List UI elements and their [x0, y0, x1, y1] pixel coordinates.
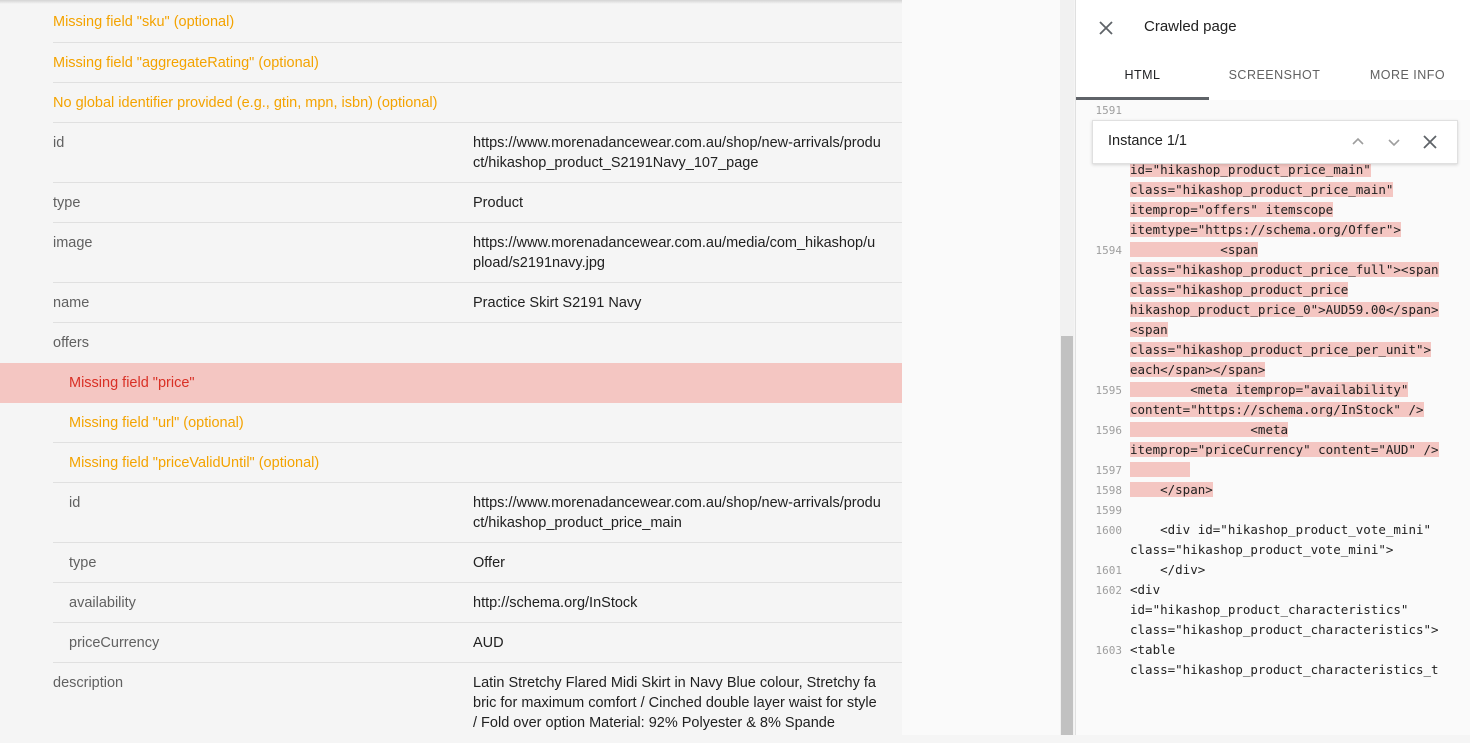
field-value: http://schema.org/InStock [473, 595, 638, 611]
code-line: <div id="hikashop_product_vote_mini" [1130, 522, 1432, 537]
line-number: 1598 [1095, 484, 1123, 497]
gutter [902, 0, 1060, 735]
field-value: Offer [473, 555, 505, 571]
close-icon[interactable] [1420, 132, 1440, 152]
field-row-description[interactable]: description Latin Stretchy Flared Midi S… [53, 663, 902, 743]
code-line: content="https://schema.org/InStock" /> [1130, 402, 1424, 417]
code-line: class="hikashop_product_characteristics_… [1130, 662, 1439, 677]
line-number: 1601 [1095, 564, 1123, 577]
chevron-down-icon[interactable] [1384, 132, 1404, 152]
scrollbar-thumb[interactable] [1061, 336, 1073, 735]
field-value: Latin Stretchy Flared Midi Skirt in Navy… [473, 675, 877, 731]
warning-text: No global identifier provided (e.g., gti… [53, 95, 438, 111]
code-line: hikashop_product_price_0">AUD59.00</span… [1130, 302, 1439, 317]
tab-html[interactable]: HTML [1076, 52, 1209, 100]
field-key: type [53, 195, 81, 211]
code-line: class="hikashop_product_price_full"><spa… [1130, 262, 1439, 277]
panel-title: Crawled page [1144, 18, 1237, 35]
code-line: <span [1130, 322, 1168, 337]
line-number: 1595 [1095, 384, 1123, 397]
field-value: AUD [473, 635, 504, 651]
line-number: 1603 [1095, 644, 1123, 657]
warning-row: Missing field "sku" (optional) [53, 2, 902, 43]
chevron-up-icon[interactable] [1348, 132, 1368, 152]
line-number: 1602 [1095, 584, 1123, 597]
warning-text: Missing field "aggregateRating" (optiona… [53, 55, 319, 71]
offer-field-row-type[interactable]: type Offer [53, 543, 902, 583]
crawled-page-panel: Crawled page HTML SCREENSHOT MORE INFO 1… [1075, 0, 1470, 735]
field-row-name[interactable]: name Practice Skirt S2191 Navy [53, 283, 902, 323]
field-value: https://www.morenadancewear.com.au/shop/… [473, 495, 881, 531]
code-line: class="hikashop_product_price_per_unit"> [1130, 342, 1432, 357]
field-key: id [53, 135, 65, 151]
code-line: class="hikashop_product_vote_mini"> [1130, 542, 1394, 557]
field-value: https://www.morenadancewear.com.au/media… [473, 235, 876, 271]
code-line: class="hikashop_product_characteristics"… [1130, 622, 1439, 637]
html-source-view[interactable]: 15901591class="hikashop_product_infobloc… [1076, 100, 1470, 735]
code-line: <meta [1130, 422, 1289, 437]
offer-field-row-availability[interactable]: availability http://schema.org/InStock [53, 583, 902, 623]
code-line: each</span></span> [1130, 362, 1266, 377]
field-key: type [69, 555, 97, 571]
code-line: itemtype="https://schema.org/Offer"> [1130, 222, 1401, 237]
code-line: </span> [1130, 482, 1213, 497]
code-line [1130, 462, 1191, 477]
code-line: class="hikashop_product_price_main" [1130, 182, 1394, 197]
tab-screenshot[interactable]: SCREENSHOT [1208, 52, 1341, 100]
error-text: Missing field "price" [69, 375, 195, 391]
code-line: <div [1130, 582, 1161, 597]
results-pane: Missing field "sku" (optional) Missing f… [0, 0, 902, 735]
close-icon[interactable] [1096, 18, 1116, 38]
line-number: 1594 [1095, 244, 1123, 257]
code-line: <table [1130, 642, 1176, 657]
field-value: https://www.morenadancewear.com.au/shop/… [473, 135, 881, 171]
field-key: id [69, 495, 81, 511]
tab-more-info[interactable]: MORE INFO [1341, 52, 1470, 100]
field-row-type[interactable]: type Product [53, 183, 902, 223]
field-row-offers[interactable]: offers [53, 323, 902, 363]
instance-label: Instance 1/1 [1108, 133, 1187, 149]
code-line: <meta itemprop="availability" [1130, 382, 1409, 397]
code-line: id="hikashop_product_characteristics" [1130, 602, 1409, 617]
field-row-id[interactable]: id https://www.morenadancewear.com.au/sh… [53, 123, 902, 183]
field-key: image [53, 235, 93, 251]
field-key: availability [69, 595, 136, 611]
offer-field-row-id[interactable]: id https://www.morenadancewear.com.au/sh… [53, 483, 902, 543]
warning-row: Missing field "url" (optional) [53, 403, 902, 443]
field-value: Product [473, 195, 523, 211]
field-key: name [53, 295, 90, 311]
code-line: <span [1130, 242, 1258, 257]
line-number: 1591 [1095, 104, 1123, 117]
code-line: </div> [1130, 562, 1206, 577]
code-line: id="hikashop_product_price_main" [1130, 162, 1371, 177]
field-value: Practice Skirt S2191 Navy [473, 295, 642, 311]
warning-row: Missing field "priceValidUntil" (optiona… [53, 443, 902, 483]
warning-text: Missing field "sku" (optional) [53, 14, 235, 30]
field-key: offers [53, 335, 90, 351]
field-key: priceCurrency [69, 635, 160, 651]
line-number: 1596 [1095, 424, 1123, 437]
offer-field-row-pricecurrency[interactable]: priceCurrency AUD [53, 623, 902, 663]
code-line: itemprop="priceCurrency" content="AUD" /… [1130, 442, 1439, 457]
code-line: itemprop="offers" itemscope [1130, 202, 1334, 217]
line-number: 1599 [1095, 504, 1123, 517]
line-number: 1597 [1095, 464, 1123, 477]
warning-row: No global identifier provided (e.g., gti… [53, 83, 902, 123]
line-number: 1600 [1095, 524, 1123, 537]
warning-text: Missing field "priceValidUntil" (optiona… [69, 455, 320, 471]
field-row-image[interactable]: image https://www.morenadancewear.com.au… [53, 223, 902, 283]
field-key: description [53, 675, 124, 691]
tab-bar: HTML SCREENSHOT MORE INFO [1076, 52, 1470, 101]
code-line: class="hikashop_product_price [1130, 282, 1349, 297]
instance-navigator: Instance 1/1 [1092, 120, 1458, 164]
warning-row: Missing field "aggregateRating" (optiona… [53, 43, 902, 83]
warning-text: Missing field "url" (optional) [69, 415, 244, 431]
